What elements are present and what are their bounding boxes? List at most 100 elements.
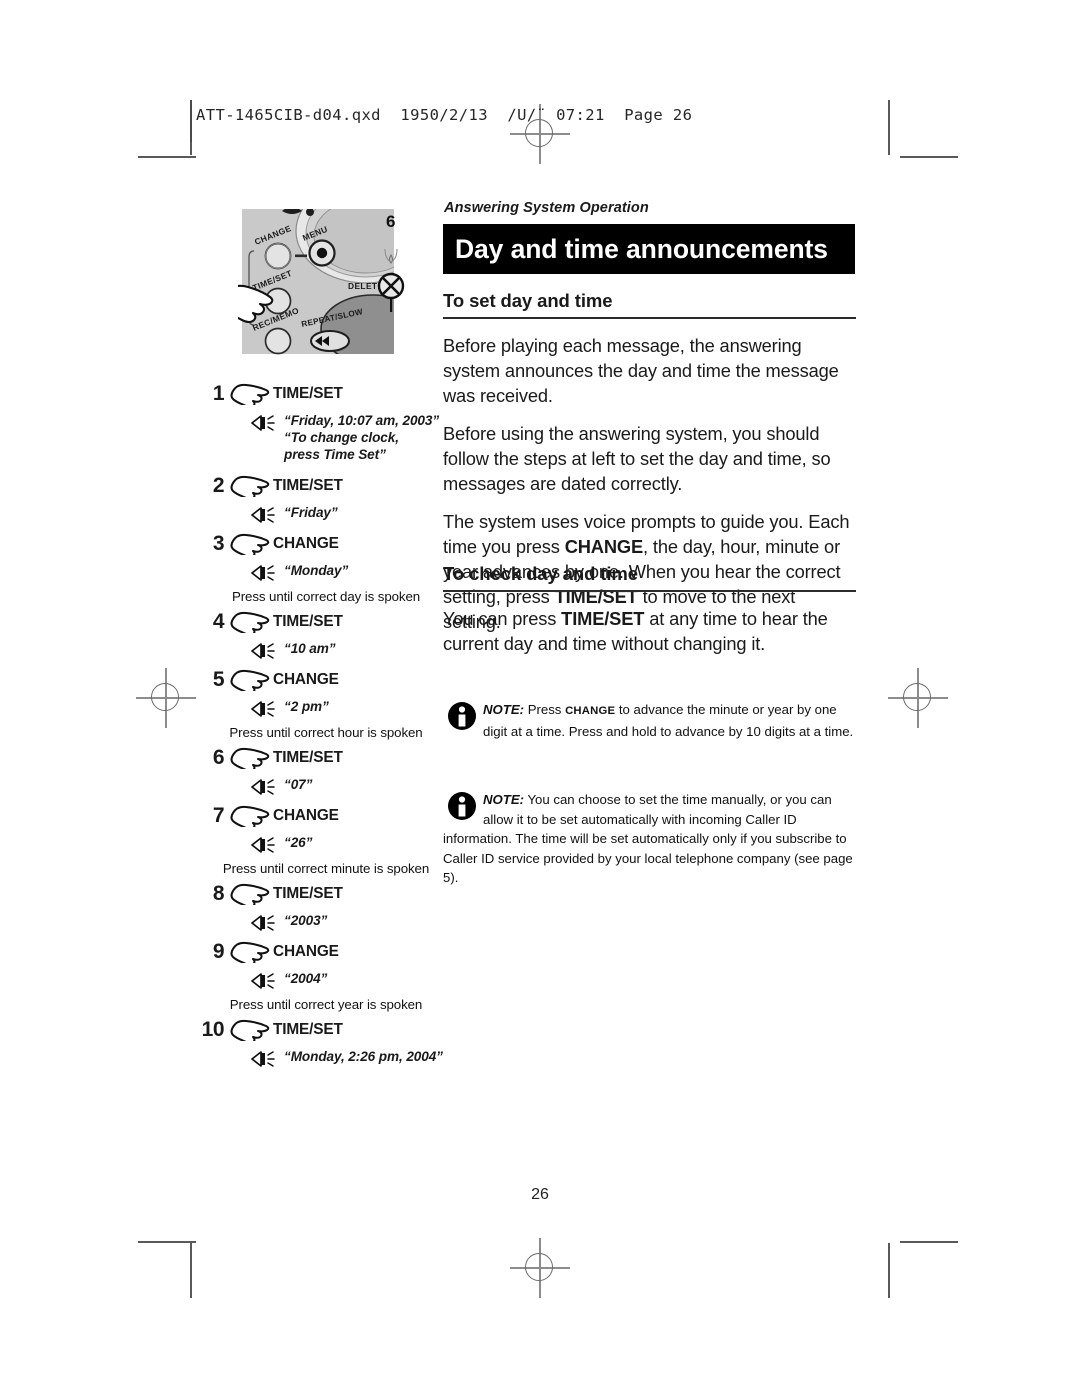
speaker-icon	[250, 1050, 276, 1068]
page-content: Answering System Operation Day and time …	[0, 0, 1080, 1397]
pointing-hand-icon	[230, 611, 270, 636]
step-number: 1	[212, 382, 225, 405]
speech-text: “10 am”	[284, 641, 336, 656]
step-row: 7 CHANGE	[196, 803, 446, 830]
speech-row: “2003”	[196, 912, 446, 932]
illustration-button-repeat-slow	[310, 330, 350, 352]
step-row: 9 CHANGE	[196, 939, 446, 966]
speech-text: “Friday”	[284, 505, 338, 520]
illustration-callout-number: 6	[386, 212, 395, 231]
steps-list: 1 TIME/SET “Friday, 10:07 am, 2003” “To …	[196, 378, 446, 1068]
info-icon	[447, 701, 477, 731]
pointing-hand-icon	[230, 747, 270, 772]
paragraph: Before playing each message, the answeri…	[443, 335, 839, 406]
speaker-icon	[250, 642, 276, 660]
paragraph-lead: You can press	[443, 608, 562, 629]
step-number: 2	[212, 474, 225, 497]
illustration-button-change	[264, 242, 292, 270]
step-row: 3 CHANGE	[196, 531, 446, 558]
speech-row: “Monday”	[196, 562, 446, 582]
speech-text: “Friday, 10:07 am, 2003” “To change cloc…	[284, 413, 440, 462]
step-hint: Press until correct minute is spoken	[222, 861, 430, 876]
note-label: NOTE:	[483, 792, 525, 807]
pointing-hand-icon	[230, 805, 270, 830]
step-key-label: TIME/SET	[273, 1021, 343, 1038]
speech-row: “10 am”	[196, 640, 446, 660]
step-key-label: TIME/SET	[273, 885, 343, 902]
step-key-label: TIME/SET	[273, 749, 343, 766]
step-number: 3	[212, 532, 225, 555]
step-key-label: CHANGE	[273, 671, 339, 688]
step-row: 1 TIME/SET	[196, 381, 446, 408]
pointing-hand-icon	[230, 533, 270, 558]
speaker-icon	[250, 564, 276, 582]
pointing-hand-icon	[230, 1019, 270, 1044]
step-row: 6 TIME/SET	[196, 745, 446, 772]
keyword-change: CHANGE	[564, 536, 644, 557]
speech-row: “Friday”	[196, 504, 446, 524]
section-check-day-and-time: To check day and time You can press TIME…	[443, 563, 856, 669]
illustration-button-rec-memo	[264, 327, 292, 355]
speaker-icon	[250, 914, 276, 932]
step-number: 6	[212, 746, 225, 769]
speaker-icon	[250, 414, 276, 432]
step-row: 5 CHANGE	[196, 667, 446, 694]
note-block: NOTE: Press CHANGE to advance the minute…	[443, 700, 855, 741]
step-row: 8 TIME/SET	[196, 881, 446, 908]
speaker-icon	[250, 700, 276, 718]
illustration-button-menu	[308, 239, 336, 267]
speaker-icon	[250, 778, 276, 796]
speech-text: “2004”	[284, 971, 328, 986]
step-hint: Press until correct day is spoken	[231, 589, 421, 604]
note-block: NOTE: You can choose to set the time man…	[443, 790, 855, 888]
pointing-hand-icon	[230, 383, 270, 408]
step-row: 4 TIME/SET	[196, 609, 446, 636]
step-hint: Press until correct year is spoken	[229, 997, 423, 1012]
speech-text: “2 pm”	[284, 699, 329, 714]
speech-row: “Monday, 2:26 pm, 2004”	[196, 1048, 446, 1068]
step-key-label: TIME/SET	[273, 385, 343, 402]
speech-text: “2003”	[284, 913, 328, 928]
pointing-hand-icon	[230, 883, 270, 908]
step-key-label: TIME/SET	[273, 613, 343, 630]
speech-row: “07”	[196, 776, 446, 796]
speech-row: “Friday, 10:07 am, 2003” “To change cloc…	[196, 412, 446, 463]
step-number: 9	[212, 940, 225, 963]
speaker-icon	[250, 972, 276, 990]
paragraph-check: You can press TIME/SET at any time to he…	[443, 606, 856, 656]
running-head: Answering System Operation	[444, 200, 649, 216]
info-icon	[447, 791, 477, 821]
step-key-label: CHANGE	[273, 807, 339, 824]
step-number: 8	[212, 882, 225, 905]
product-illustration: CHANGE MENU TIME/SET REC/MEMO REPEAT/SLO…	[221, 209, 406, 361]
keyword-time-set: TIME/SET	[561, 608, 645, 629]
step-number: 5	[212, 668, 225, 691]
speech-text-line3: press Time Set”	[284, 447, 386, 462]
note-lead: Press	[524, 702, 566, 717]
step-key-label: TIME/SET	[273, 477, 343, 494]
step-number: 10	[201, 1018, 225, 1041]
speech-text-line2: “To change clock,	[284, 430, 399, 445]
pointing-hand-icon	[230, 669, 270, 694]
speech-row: “2 pm”	[196, 698, 446, 718]
step-number: 4	[212, 610, 225, 633]
speaker-icon	[250, 836, 276, 854]
step-row: 2 TIME/SET	[196, 473, 446, 500]
chapter-banner: Day and time announcements	[443, 224, 855, 274]
step-key-label: CHANGE	[273, 943, 339, 960]
section-heading: To check day and time	[443, 563, 856, 592]
step-hint: Press until correct hour is spoken	[229, 725, 423, 740]
page-number: 26	[531, 1186, 549, 1203]
keyword-change: CHANGE	[565, 705, 616, 717]
speech-row: “26”	[196, 834, 446, 854]
pointing-hand-icon	[230, 941, 270, 966]
speech-text: “26”	[284, 835, 313, 850]
speaker-icon	[250, 506, 276, 524]
page-title: Day and time announcements	[455, 233, 828, 264]
speech-text: “07”	[284, 777, 313, 792]
speech-row: “2004”	[196, 970, 446, 990]
paragraph: Before using the answering system, you s…	[443, 423, 831, 494]
speech-text: “Monday”	[284, 563, 349, 578]
section-heading: To set day and time	[443, 290, 856, 319]
speech-text: “Monday, 2:26 pm, 2004”	[284, 1049, 443, 1064]
